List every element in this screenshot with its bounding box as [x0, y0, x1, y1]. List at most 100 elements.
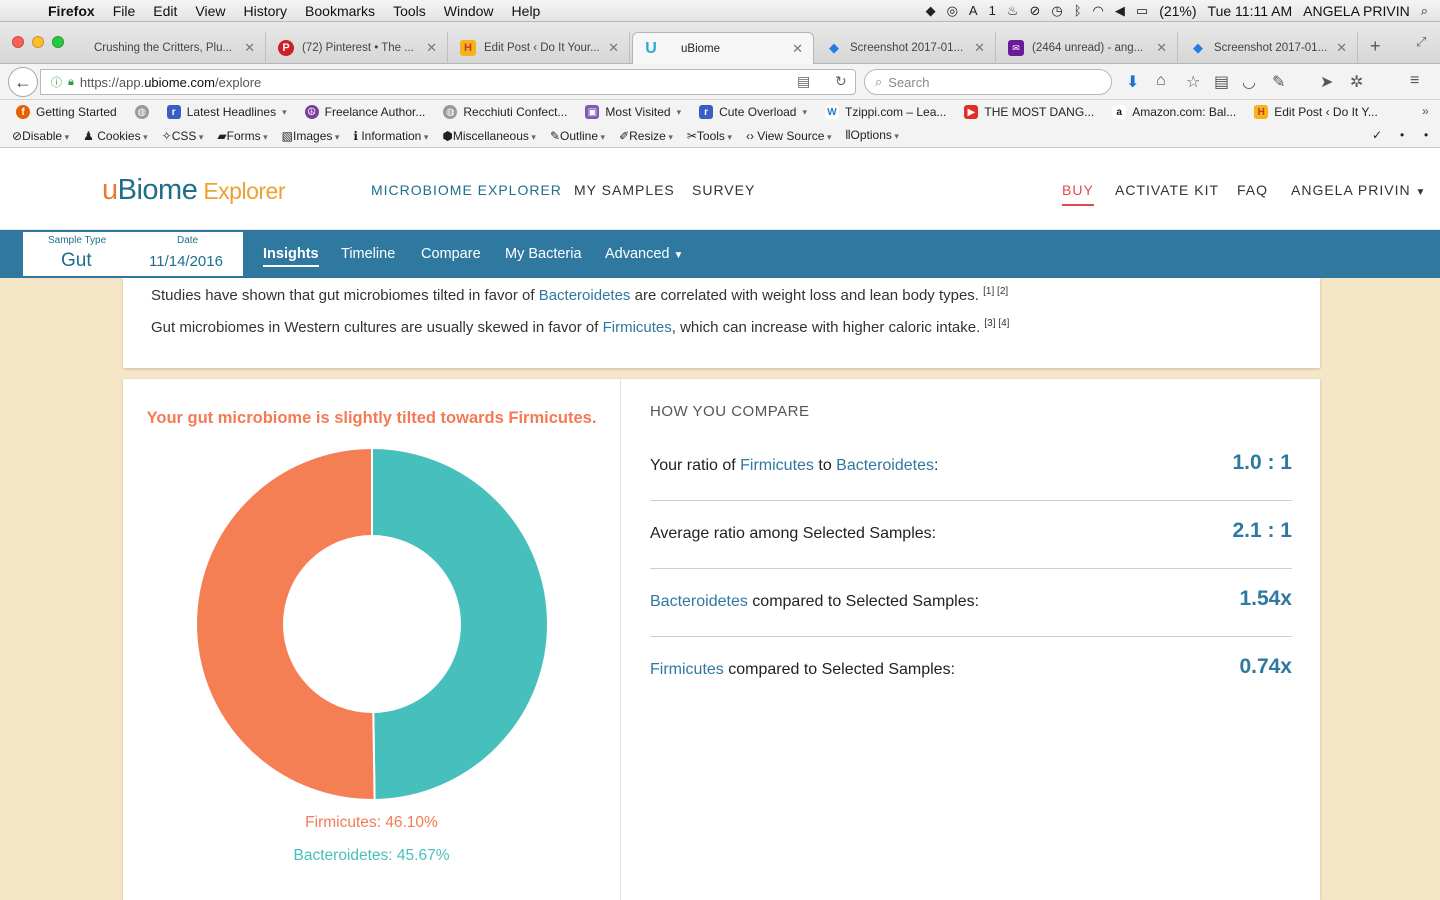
bookmark-tzippi[interactable]: W Tzippi.com – Lea... [825, 105, 946, 119]
bookmarks-overflow-icon[interactable]: » [1422, 104, 1429, 118]
firmicutes-link[interactable]: Firmicutes [603, 319, 672, 336]
new-tab-icon[interactable]: + [1370, 36, 1381, 57]
back-button[interactable]: ← [8, 67, 38, 97]
time-machine-icon[interactable]: ◷ [1051, 3, 1062, 19]
fullscreen-icon[interactable]: ⤢ [1416, 34, 1426, 50]
tab-my-bacteria[interactable]: My Bacteria [505, 246, 582, 262]
download-icon[interactable]: ⬇ [1126, 72, 1139, 92]
volume-icon[interactable]: ◀ [1115, 3, 1125, 19]
wd-resize[interactable]: ✐Resize [619, 129, 673, 143]
nav-my-samples[interactable]: MY SAMPLES [574, 182, 675, 198]
menu-edit[interactable]: Edit [144, 3, 186, 19]
nav-buy[interactable]: BUY [1062, 182, 1094, 206]
donut-slice-firmicutes[interactable] [195, 446, 376, 801]
bookmark-youtube[interactable]: ▶ THE MOST DANG... [964, 105, 1094, 119]
wd-forms[interactable]: ▰Forms [217, 129, 267, 143]
tab-close-icon[interactable]: ✕ [426, 40, 437, 56]
tab-close-icon[interactable]: ✕ [1156, 40, 1167, 56]
clock[interactable]: Tue 11:11 AM [1208, 3, 1293, 19]
menu-view[interactable]: View [186, 3, 234, 19]
bookmark-most-visited[interactable]: ▣ Most Visited ▾ [585, 105, 681, 119]
battery-icon[interactable]: ▭ [1136, 3, 1148, 19]
bacteroidetes-link[interactable]: Bacteroidetes [539, 287, 631, 304]
macos-user[interactable]: ANGELA PRIVIN [1303, 3, 1410, 19]
bookmark-cute-overload[interactable]: r Cute Overload ▾ [699, 105, 807, 119]
send-icon[interactable]: ➤ [1320, 72, 1333, 92]
menu-window[interactable]: Window [435, 3, 503, 19]
zoom-window-icon[interactable] [52, 36, 64, 48]
wd-view-source[interactable]: ‹› View Source [746, 129, 832, 143]
reload-icon[interactable]: ↻ [835, 73, 847, 90]
nav-user-menu[interactable]: ANGELA PRIVIN ▼ [1291, 182, 1426, 198]
bookmark-getting-started[interactable]: f Getting Started [16, 105, 117, 119]
tab-crushing-critters[interactable]: Crushing the Critters, Plu... ✕ [84, 32, 266, 64]
bookmark-recchiuti[interactable]: ◍ Recchiuti Confect... [443, 105, 567, 119]
search-input[interactable]: ⌕ Search [864, 69, 1112, 95]
tab-pinterest[interactable]: P (72) Pinterest • The ... ✕ [268, 32, 448, 64]
menu-history[interactable]: History [234, 3, 296, 19]
tab-insights[interactable]: Insights [263, 246, 319, 267]
menu-bookmarks[interactable]: Bookmarks [296, 3, 384, 19]
bookmark-freelance-author[interactable]: ☮ Freelance Author... [304, 105, 425, 119]
ubiome-logo[interactable]: uBiome Explorer [102, 174, 285, 207]
bookmark-star-icon[interactable]: ☆ [1186, 72, 1200, 92]
block-icon[interactable]: ⊘ [1029, 3, 1040, 19]
firmicutes-link[interactable]: Firmicutes [650, 661, 724, 678]
bookmark-edit-post[interactable]: H Edit Post ‹ Do It Y... [1254, 105, 1378, 119]
donut-slice-bacteroidetes[interactable] [371, 446, 549, 801]
pocket-icon[interactable]: ◡ [1242, 72, 1256, 92]
tab-close-icon[interactable]: ✕ [1336, 40, 1347, 56]
hamburger-menu-icon[interactable]: ≡ [1410, 72, 1419, 90]
tab-close-icon[interactable]: ✕ [974, 40, 985, 56]
bookmark-latest-headlines[interactable]: r Latest Headlines ▾ [166, 105, 287, 119]
sync-icon[interactable]: ◎ [947, 3, 958, 19]
nav-faq[interactable]: FAQ [1237, 182, 1268, 198]
lock-icon[interactable]: 🔒︎ [68, 76, 74, 89]
tab-advanced[interactable]: Advanced ▼ [605, 246, 683, 262]
bacteroidetes-link[interactable]: Bacteroidetes [836, 457, 934, 474]
sample-selector[interactable]: Sample Type Gut Date 11/14/2016 [23, 232, 243, 276]
nav-activate-kit[interactable]: ACTIVATE KIT [1115, 182, 1219, 198]
url-bar[interactable]: ⓘ 🔒︎ https://app. ubiome.com/explore ▤ ↻ [40, 69, 856, 95]
firmicutes-link[interactable]: Firmicutes [740, 457, 814, 474]
reader-view-icon[interactable]: ▤ [797, 73, 810, 90]
wd-images[interactable]: ▧Images [282, 129, 340, 143]
bookmark-amazon[interactable]: a Amazon.com: Bal... [1112, 105, 1236, 119]
tab-close-icon[interactable]: ✕ [244, 40, 255, 56]
wd-tools[interactable]: ✂Tools [687, 129, 732, 143]
status-dot-icon[interactable]: • [1424, 128, 1428, 142]
tab-screenshot-2[interactable]: ◆ Screenshot 2017-01... ✕ [1180, 32, 1358, 64]
extension-icon[interactable]: ✲ [1350, 72, 1363, 92]
tab-close-icon[interactable]: ✕ [608, 40, 619, 56]
tab-close-icon[interactable]: ✕ [792, 41, 803, 57]
flame-icon[interactable]: ♨ [1007, 3, 1019, 19]
wd-outline[interactable]: ✎Outline [550, 129, 605, 143]
wd-options[interactable]: ⫴Options [845, 128, 898, 143]
tab-mail[interactable]: ✉ (2464 unread) - ang... ✕ [998, 32, 1178, 64]
tab-compare[interactable]: Compare [421, 246, 481, 262]
nav-microbiome-explorer[interactable]: MICROBIOME EXPLORER [371, 182, 562, 198]
wd-miscellaneous[interactable]: ⬢Miscellaneous [442, 129, 536, 143]
menu-help[interactable]: Help [503, 3, 550, 19]
bluetooth-icon[interactable]: ᛒ [1074, 3, 1082, 18]
wifi-icon[interactable]: ◠ [1093, 3, 1104, 19]
wd-information[interactable]: ℹ Information [353, 129, 428, 143]
bookmarks-list-icon[interactable]: ▤ [1214, 72, 1229, 92]
spotlight-icon[interactable]: ⌕ [1421, 3, 1428, 19]
nav-survey[interactable]: SURVEY [692, 182, 755, 198]
minimize-window-icon[interactable] [32, 36, 44, 48]
citation-refs[interactable]: [3] [4] [984, 318, 1009, 329]
citation-refs[interactable]: [1] [2] [983, 286, 1008, 297]
home-icon[interactable]: ⌂ [1156, 72, 1166, 90]
checkmark-icon[interactable]: ✓ [1372, 128, 1382, 142]
dropbox-icon[interactable]: ◆ [926, 3, 936, 19]
status-dot-icon[interactable]: • [1400, 128, 1404, 142]
menu-tools[interactable]: Tools [384, 3, 435, 19]
adobe-icon[interactable]: A [969, 3, 978, 18]
wd-disable[interactable]: ⊘Disable [12, 129, 69, 143]
menu-app-name[interactable]: Firefox [36, 3, 104, 19]
tab-screenshot-1[interactable]: ◆ Screenshot 2017-01... ✕ [816, 32, 996, 64]
info-icon[interactable]: ⓘ [51, 74, 62, 90]
tab-ubiome[interactable]: U uBiome ✕ [632, 32, 814, 65]
menu-file[interactable]: File [104, 3, 145, 19]
